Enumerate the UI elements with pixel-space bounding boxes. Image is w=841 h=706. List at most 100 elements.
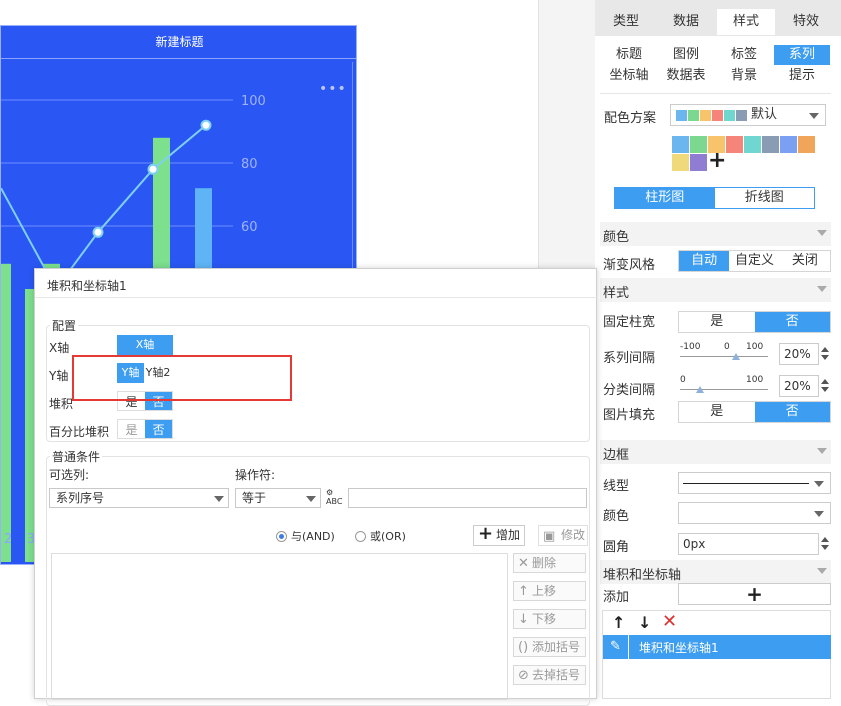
remove-bracket-button[interactable]: ⊘ 去掉括号 [513,665,586,685]
and-radio[interactable] [276,531,287,542]
subtab-tooltip[interactable]: 提示 [774,66,830,86]
subtab-axis[interactable]: 坐标轴 [601,66,657,86]
color-swatch[interactable] [798,136,815,153]
chart-type-line[interactable]: 折线图 [715,188,815,208]
color-swatch[interactable] [780,136,797,153]
series-gap-spinner[interactable] [819,344,831,363]
slider-mid: 0 [724,342,730,352]
slider-thumb[interactable] [696,386,704,393]
color-scheme-select[interactable]: 默认 [670,104,826,126]
move-down-button[interactable]: ↓ 下移 [513,609,586,629]
delete-condition-button[interactable]: ✕ 删除 [513,553,586,573]
column-select[interactable]: 系列序号 [49,488,229,508]
stack-label: 堆积 [49,397,74,411]
fixed-width-no[interactable]: 否 [754,312,830,332]
section-style[interactable]: 样式 [600,278,831,302]
gradient-auto[interactable]: 自动 [679,251,730,271]
stack-axis-dialog: 堆积和坐标轴1 配置 X轴 X轴 Y轴 Y轴 Y轴2 堆积 是 否 百分比堆积 … [34,268,598,706]
add-condition-label: 增加 [496,528,521,542]
edit-pencil-icon[interactable]: ✎ [603,635,629,659]
scheme-swatch [688,110,699,121]
modify-condition-button[interactable]: ▣ 修改 [538,525,588,546]
subtab-legend[interactable]: 图例 [658,45,714,65]
and-label: 与(AND) [291,530,335,543]
line-type-select[interactable] [678,472,831,494]
tab-effects[interactable]: 特效 [777,9,835,35]
more-dots-icon[interactable]: ••• [319,81,347,97]
subtab-series[interactable]: 系列 [774,45,830,65]
line-style-preview [683,483,809,484]
add-condition-button[interactable]: + 增加 [473,523,525,546]
add-bracket-label: 添加括号 [532,640,581,654]
move-down-label: 下移 [532,612,557,626]
column-select-value: 系列序号 [56,491,105,505]
tab-style[interactable]: 样式 [717,9,775,35]
operator-select[interactable]: 等于 [235,488,321,508]
subtab-datasheet[interactable]: 数据表 [658,66,714,86]
stack-list-item[interactable]: ✎ 堆积和坐标轴1 [603,635,831,659]
color-swatch[interactable] [690,154,707,171]
subtab-label[interactable]: 标签 [715,45,773,65]
color-swatch[interactable] [744,136,761,153]
border-color-select[interactable] [678,502,831,524]
percent-stack-yes[interactable]: 是 [118,420,145,438]
series-gap-input[interactable]: 20% [779,343,819,365]
chart-title[interactable]: 新建标题 [1,26,356,59]
image-fill-yes[interactable]: 是 [679,402,755,422]
section-color[interactable]: 颜色 [600,222,831,246]
subtab-background[interactable]: 背景 [715,66,773,86]
percent-stack-no[interactable]: 否 [145,420,172,438]
tab-type[interactable]: 类型 [597,9,655,35]
arrow-up-icon[interactable]: ↑ [612,613,625,632]
section-border[interactable]: 边框 [600,440,831,464]
category-gap-input[interactable]: 20% [779,375,819,397]
gradient-off[interactable]: 关闭 [780,251,830,271]
category-gap-slider[interactable]: 0 100 [680,375,770,395]
color-swatch[interactable] [690,136,707,153]
slider-min: -100 [680,342,701,352]
x-axis-option[interactable]: X轴 [117,335,173,355]
collapse-arrow-icon [817,230,827,236]
or-radio[interactable] [355,531,366,542]
arrow-down-icon: ↓ [518,612,529,627]
radius-spinner[interactable] [819,534,831,553]
y-axis-label: Y轴 [49,369,69,383]
category-gap-label: 分类间隔 [603,383,656,398]
tab-data[interactable]: 数据 [657,9,715,35]
section-border-title: 边框 [603,448,630,463]
arrow-down-icon[interactable]: ↓ [638,613,651,632]
series-point [200,119,212,131]
stack-list-item-label: 堆积和坐标轴1 [639,641,719,655]
chart-type-bar[interactable]: 柱形图 [615,188,715,208]
color-swatch[interactable] [726,136,743,153]
fixed-width-yes[interactable]: 是 [679,312,755,332]
y-tick-label: 80 [241,157,258,172]
series-gap-slider[interactable]: -100 0 100 [680,342,770,362]
abc-value-type-icon[interactable]: ⚙ ABC [326,488,346,508]
add-stack-button[interactable]: + [678,583,831,605]
color-scheme-value: 默认 [751,107,778,122]
move-up-button[interactable]: ↑ 上移 [513,581,586,601]
section-stack-axis[interactable]: 堆积和坐标轴 [600,560,831,584]
condition-value-input[interactable] [348,488,587,508]
x-axis-label: X轴 [49,341,70,355]
slider-thumb[interactable] [732,353,740,360]
chevron-down-icon [809,113,819,119]
gradient-custom[interactable]: 自定义 [729,251,779,271]
color-swatch[interactable] [762,136,779,153]
image-fill-no[interactable]: 否 [754,402,830,422]
category-gap-spinner[interactable] [819,376,831,395]
plus-icon: + [478,523,494,544]
color-swatch[interactable] [672,154,689,171]
condition-list[interactable] [51,553,508,700]
color-swatch[interactable] [672,136,689,153]
fixed-width-toggle: 是 否 [678,311,831,333]
add-bracket-button[interactable]: () 添加括号 [513,637,586,657]
radius-input[interactable]: 0px [678,533,819,555]
delete-x-icon[interactable]: ✕ [662,611,677,632]
plus-icon[interactable]: + [708,150,726,172]
gradient-style-toggle: 自动 自定义 关闭 [678,250,831,272]
series-point [147,163,159,175]
subtab-title[interactable]: 标题 [601,45,657,65]
scheme-swatch [676,110,687,121]
